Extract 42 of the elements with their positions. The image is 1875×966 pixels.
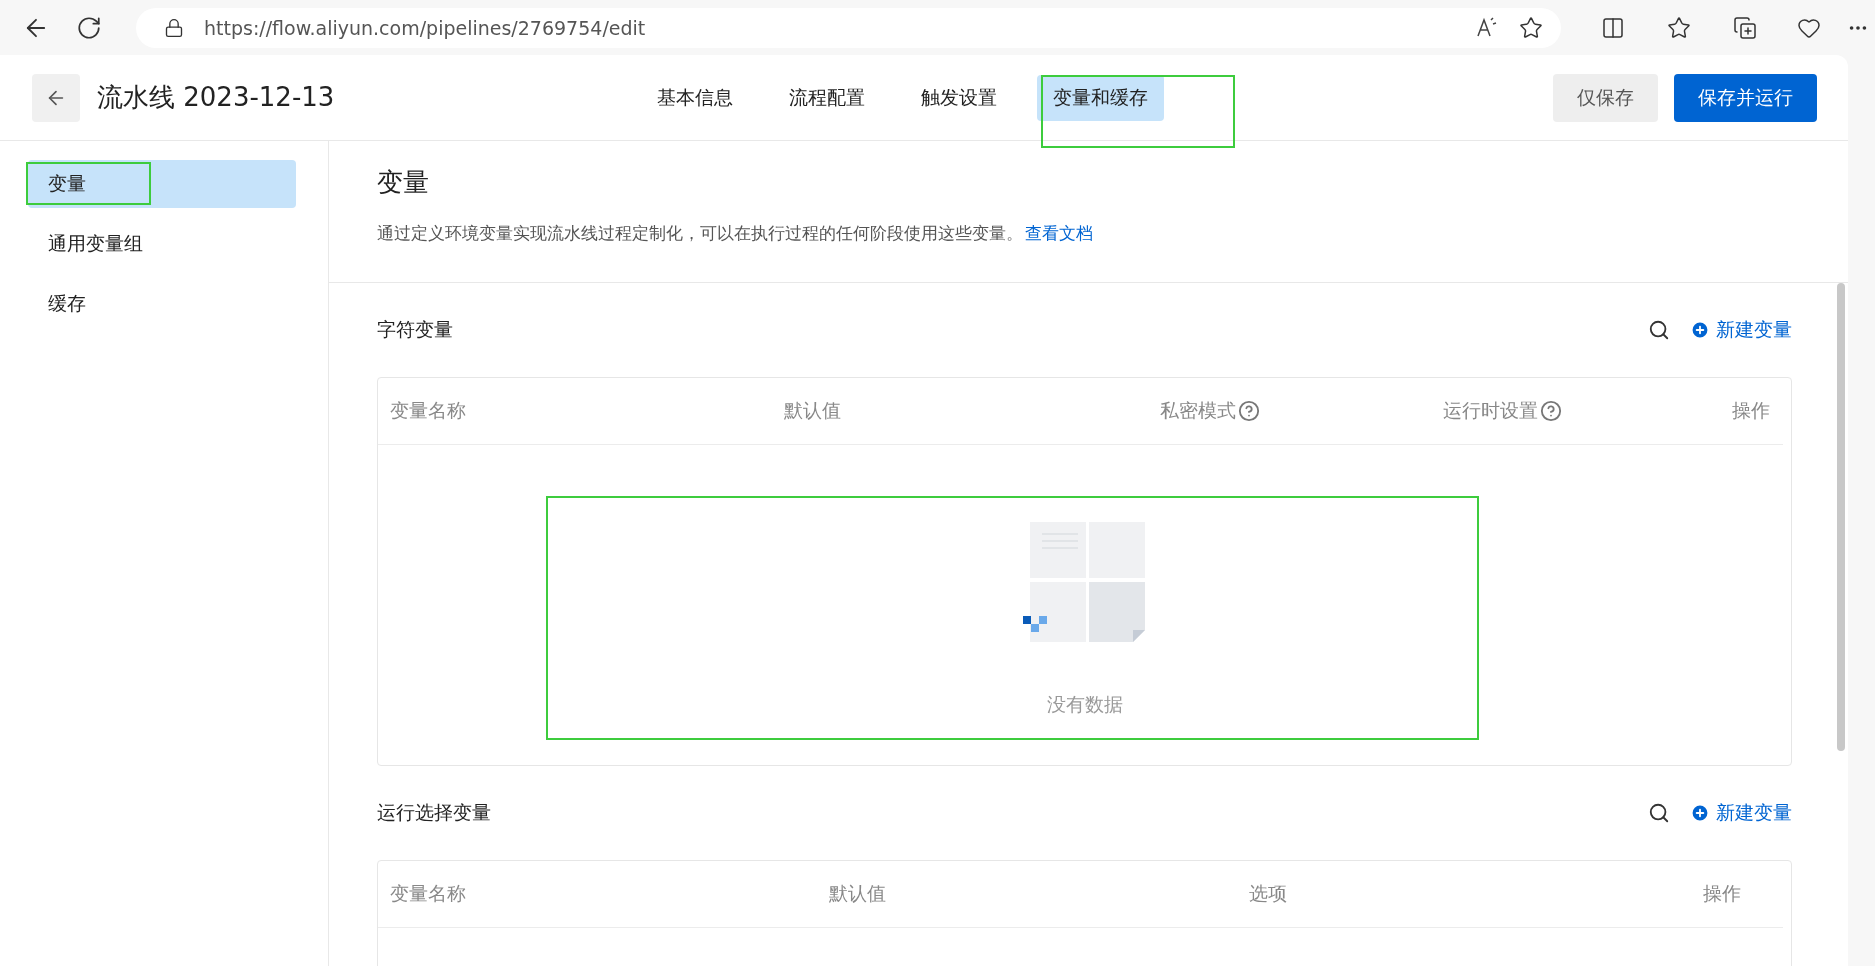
reload-icon[interactable] xyxy=(76,14,102,41)
column-header: 默认值 xyxy=(784,398,842,423)
column-header: 操作 xyxy=(1732,398,1770,423)
pipeline-title: 流水线 2023-12-13 xyxy=(97,81,336,114)
section-title: 运行选择变量 xyxy=(377,800,492,825)
sidebar-item[interactable]: 变量 xyxy=(28,160,296,208)
scrollbar[interactable] xyxy=(1837,283,1845,751)
save-button[interactable]: 仅保存 xyxy=(1553,73,1658,122)
tab[interactable]: 基本信息 xyxy=(641,74,749,121)
save-and-run-button[interactable]: 保存并运行 xyxy=(1674,73,1817,122)
column-header: 私密模式 xyxy=(1160,398,1443,424)
help-icon[interactable] xyxy=(1540,400,1562,422)
star-icon[interactable] xyxy=(1519,15,1543,40)
favorites-icon[interactable] xyxy=(1667,15,1691,40)
tab[interactable]: 变量和缓存 xyxy=(1037,74,1164,121)
back-button[interactable] xyxy=(32,73,80,122)
column-header: 变量名称 xyxy=(390,881,467,906)
section-title: 字符变量 xyxy=(377,317,454,342)
tab[interactable]: 触发设置 xyxy=(905,74,1013,121)
address-bar[interactable]: https://flow.aliyun.com/pipelines/2769754/edit xyxy=(136,7,1561,48)
column-header: 默认值 xyxy=(829,881,887,906)
split-screen-icon[interactable] xyxy=(1601,15,1625,40)
empty-message: 没有数据 xyxy=(1046,692,1123,717)
help-icon[interactable] xyxy=(1238,400,1260,422)
column-header: 选项 xyxy=(1249,881,1288,906)
column-header: 操作 xyxy=(1703,881,1741,906)
column-header: 运行时设置 xyxy=(1443,398,1732,424)
docs-link[interactable]: 查看文档 xyxy=(1025,223,1093,243)
collections-icon[interactable] xyxy=(1733,15,1757,40)
description: 通过定义环境变量实现流水线过程定制化，可以在执行过程的任何阶段使用这些变量。查看文档 xyxy=(377,222,1094,245)
plus-icon xyxy=(1690,320,1710,340)
search-icon[interactable] xyxy=(1648,319,1670,341)
lock-icon xyxy=(164,17,184,38)
column-header: 变量名称 xyxy=(390,398,467,423)
search-icon[interactable] xyxy=(1648,802,1670,824)
page-title: 变量 xyxy=(377,166,430,199)
sidebar-item[interactable]: 缓存 xyxy=(28,280,296,328)
plus-icon xyxy=(1690,803,1710,823)
sidebar-item[interactable]: 通用变量组 xyxy=(28,220,296,268)
tab[interactable]: 流程配置 xyxy=(773,74,881,121)
new-variable-link[interactable]: 新建变量 xyxy=(1690,800,1792,826)
new-variable-link[interactable]: 新建变量 xyxy=(1690,317,1792,343)
